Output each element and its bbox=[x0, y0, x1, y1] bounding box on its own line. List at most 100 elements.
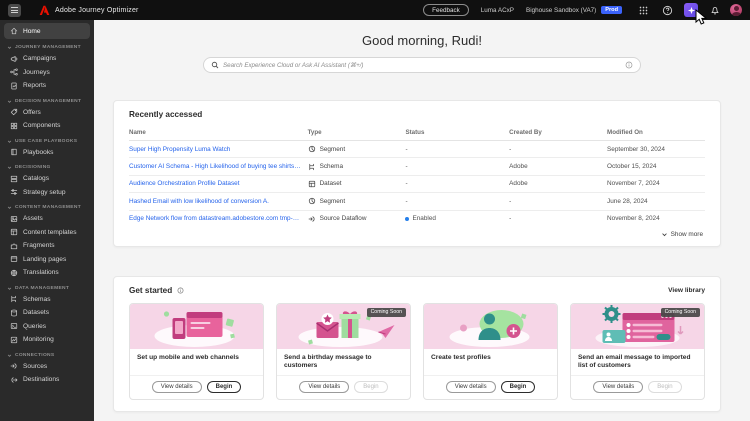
row-type: Dataset bbox=[308, 180, 406, 188]
search-input[interactable] bbox=[223, 61, 621, 69]
column-header-modified-on[interactable]: Modified On bbox=[607, 126, 705, 141]
fragments-icon bbox=[10, 242, 18, 250]
dataset-icon bbox=[308, 180, 316, 188]
notifications-bell-icon[interactable] bbox=[708, 3, 722, 17]
row-name-link[interactable]: Customer AI Schema - High Likelihood of … bbox=[129, 163, 301, 170]
sidebar-section-data-management[interactable]: Data Management bbox=[4, 286, 90, 291]
recently-accessed-table: Name Type Status Created By Modified On Supe… bbox=[129, 126, 705, 227]
sidebar-item-reports[interactable]: Reports bbox=[4, 79, 90, 93]
row-name-link[interactable]: Audience Orchestration Profile Dataset bbox=[129, 180, 301, 187]
org-name[interactable]: Luma ACxP bbox=[481, 7, 514, 14]
sidebar-item-playbooks[interactable]: Playbooks bbox=[4, 146, 90, 160]
row-created-by: - bbox=[509, 215, 512, 223]
campaigns-icon bbox=[10, 55, 18, 63]
row-modified-on: September 30, 2024 bbox=[607, 140, 705, 159]
components-icon bbox=[10, 122, 18, 130]
sidebar-item-assets[interactable]: Assets bbox=[4, 212, 90, 226]
schemas-icon bbox=[10, 295, 18, 303]
begin-button[interactable]: Begin bbox=[354, 380, 388, 393]
sidebar-item-label: Strategy setup bbox=[23, 188, 66, 196]
show-more-button[interactable]: Show more bbox=[129, 227, 705, 240]
show-more-label: Show more bbox=[670, 230, 703, 238]
sidebar-item-queries[interactable]: Queries bbox=[4, 320, 90, 334]
feedback-button[interactable]: Feedback bbox=[423, 4, 469, 16]
sidebar-item-strategy-setup[interactable]: Strategy setup bbox=[4, 186, 90, 200]
row-status: - bbox=[405, 192, 510, 211]
chevron-down-icon bbox=[7, 100, 12, 103]
source-dataflow-icon bbox=[308, 215, 316, 223]
sidebar-section-content-management[interactable]: Content Management bbox=[4, 205, 90, 210]
begin-button[interactable]: Begin bbox=[206, 380, 242, 393]
begin-button[interactable]: Begin bbox=[500, 380, 536, 393]
segment-icon bbox=[308, 145, 316, 153]
row-name-link[interactable]: Super High Propensity Luma Watch bbox=[129, 146, 301, 153]
row-modified-on: November 7, 2024 bbox=[607, 175, 705, 194]
mobile-web-channels-illustration bbox=[130, 303, 263, 349]
chevron-down-icon bbox=[7, 166, 12, 169]
sidebar-item-sources[interactable]: Sources bbox=[4, 360, 90, 374]
view-details-button[interactable]: View details bbox=[151, 380, 202, 393]
card-title: Create test profiles bbox=[431, 353, 491, 361]
get-started-card-send-an-email-message: Coming Soon Send an email message to imp… bbox=[570, 302, 705, 400]
sidebar-nav: Home Journey Management Campaigns Journeys R… bbox=[0, 20, 94, 421]
sidebar-item-landing-pages[interactable]: Landing pages bbox=[4, 253, 90, 267]
catalogs-icon bbox=[10, 175, 18, 183]
translations-icon bbox=[10, 269, 18, 277]
column-header-status[interactable]: Status bbox=[405, 126, 510, 141]
app-switcher-icon[interactable] bbox=[636, 3, 650, 17]
landing-pages-icon bbox=[10, 255, 18, 263]
status-enabled-dot bbox=[405, 216, 410, 221]
column-header-type[interactable]: Type bbox=[307, 126, 406, 141]
sidebar-item-home[interactable]: Home bbox=[4, 23, 90, 39]
search-info-icon[interactable] bbox=[625, 61, 633, 69]
view-details-button[interactable]: View details bbox=[299, 380, 350, 393]
hamburger-menu-icon[interactable] bbox=[8, 3, 21, 17]
sidebar-item-label: Offers bbox=[23, 108, 41, 116]
playbooks-icon bbox=[10, 148, 18, 156]
sidebar-section-use-case-playbooks[interactable]: Use Case Playbooks bbox=[4, 139, 90, 144]
sidebar-section-connections[interactable]: Connections bbox=[4, 353, 90, 358]
sidebar-item-catalogs[interactable]: Catalogs bbox=[4, 172, 90, 186]
column-header-created-by[interactable]: Created By bbox=[509, 126, 608, 141]
sidebar-item-label: Destinations bbox=[23, 376, 60, 384]
sidebar-item-label: Fragments bbox=[23, 242, 55, 250]
user-avatar[interactable] bbox=[730, 4, 742, 16]
info-icon[interactable] bbox=[177, 287, 184, 294]
sidebar-item-label: Journeys bbox=[23, 68, 50, 76]
sidebar-item-campaigns[interactable]: Campaigns bbox=[4, 52, 90, 66]
row-name-link[interactable]: Hashed Email with low likelihood of conv… bbox=[129, 198, 301, 205]
sidebar-section-decision-management[interactable]: Decision Management bbox=[4, 99, 90, 104]
sidebar-item-label: Sources bbox=[23, 362, 48, 370]
chevron-down-icon bbox=[7, 140, 12, 143]
column-header-name[interactable]: Name bbox=[129, 126, 308, 141]
row-created-by: - bbox=[509, 140, 608, 159]
sidebar-item-offers[interactable]: Offers bbox=[4, 106, 90, 120]
sidebar-item-journeys[interactable]: Journeys bbox=[4, 66, 90, 80]
begin-button[interactable]: Begin bbox=[648, 380, 682, 393]
sidebar-item-translations[interactable]: Translations bbox=[4, 266, 90, 280]
view-library-link[interactable]: View library bbox=[668, 287, 705, 294]
sidebar-section-label: Use Case Playbooks bbox=[15, 138, 78, 144]
sidebar-item-content-templates[interactable]: Content templates bbox=[4, 226, 90, 240]
sidebar-item-destinations[interactable]: Destinations bbox=[4, 373, 90, 387]
sidebar-item-datasets[interactable]: Datasets bbox=[4, 306, 90, 320]
view-details-button[interactable]: View details bbox=[445, 380, 496, 393]
birthday-message-illustration: Coming Soon bbox=[277, 303, 410, 349]
sandbox-selector[interactable]: Bighouse Sandbox (VA7) bbox=[526, 7, 596, 14]
ai-assistant-icon[interactable] bbox=[684, 3, 698, 17]
sidebar-item-components[interactable]: Components bbox=[4, 119, 90, 133]
sidebar-section-decisioning[interactable]: Decisioning bbox=[4, 165, 90, 170]
row-name-link[interactable]: Edge Network flow from datastream.adobes… bbox=[129, 215, 301, 222]
sidebar-item-label: Content templates bbox=[23, 228, 77, 236]
card-title: Send an email message to imported list o… bbox=[578, 353, 691, 370]
view-details-button[interactable]: View details bbox=[593, 380, 644, 393]
search-icon bbox=[211, 61, 219, 69]
unified-search-bar[interactable] bbox=[203, 57, 641, 73]
monitoring-icon bbox=[10, 336, 18, 344]
help-icon[interactable] bbox=[660, 3, 674, 17]
sidebar-item-monitoring[interactable]: Monitoring bbox=[4, 333, 90, 347]
sidebar-item-fragments[interactable]: Fragments bbox=[4, 239, 90, 253]
sidebar-item-schemas[interactable]: Schemas bbox=[4, 293, 90, 307]
sidebar-section-journey-management[interactable]: Journey Management bbox=[4, 45, 90, 50]
get-started-card-create-test-profiles: Create test profiles View details Begin bbox=[423, 302, 558, 400]
